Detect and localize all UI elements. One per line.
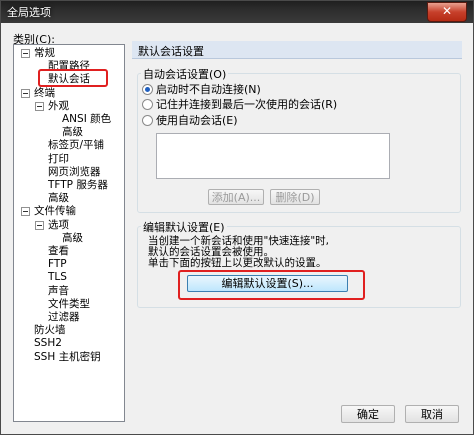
tree-item[interactable]: 防火墙 <box>34 324 66 337</box>
highlight-annotation-default-session <box>38 69 108 87</box>
tree-item[interactable]: 常规 <box>21 47 55 60</box>
tree-item[interactable]: 标签页/平铺 <box>48 139 104 152</box>
collapse-toggle-icon[interactable] <box>35 101 44 111</box>
delete-button[interactable]: 删除(D) <box>270 189 320 205</box>
tree-item-label: FTP <box>48 258 67 271</box>
tree-item-label: ANSI 颜色 <box>62 113 112 125</box>
category-tree[interactable]: 常规 配置路径 默认会话 终端 外观 ANSI 颜色 高级 标签页/平铺 打印 网页浏览器 TFTP… <box>13 44 125 422</box>
tree-item[interactable]: TFTP 服务器 <box>48 179 108 192</box>
edit-defaults-desc-line-3: 单击下面的按钮上以更改默认的设置。 <box>148 257 327 269</box>
tree-item[interactable]: 查看 <box>48 245 69 258</box>
tree-item[interactable]: FTP <box>48 258 67 271</box>
tree-item-label: TLS <box>48 271 67 284</box>
auto-session-group-label: 自动会话设置(O) <box>141 66 229 82</box>
tree-item[interactable]: SSH 主机密钥 <box>34 351 101 364</box>
tree-item[interactable]: 打印 <box>48 153 69 166</box>
tree-item[interactable]: ANSI 颜色 <box>62 113 111 126</box>
window-title: 全局选项 <box>7 6 51 19</box>
tree-item-label: TFTP 服务器 <box>48 179 108 191</box>
panel-header-title: 默认会话设置 <box>138 45 204 58</box>
tree-item-label: SSH 主机密钥 <box>34 350 101 363</box>
tree-item-label: 终端 <box>34 86 55 99</box>
radio-unchecked-icon <box>142 99 153 110</box>
radio-unchecked-icon <box>142 115 153 126</box>
tree-item-label: SSH2 <box>34 337 62 350</box>
global-options-dialog: 全局选项 ✕ 类别(C): 常规 配置路径 默认会话 终端 外观 ANSI 颜色 高级 标签页… <box>0 0 474 435</box>
collapse-toggle-icon[interactable] <box>35 220 44 230</box>
tree-item[interactable]: SSH2 <box>34 337 62 350</box>
edit-default-settings-button[interactable]: 编辑默认设置(S)... <box>187 275 348 292</box>
tree-item[interactable]: 高级 <box>62 126 83 139</box>
tree-item-label: 文件类型 <box>48 297 90 310</box>
tree-item-label: 选项 <box>48 218 69 231</box>
tree-item[interactable]: 文件类型 <box>48 298 90 311</box>
radio-checked-icon <box>142 84 153 95</box>
tree-item[interactable]: 外观 <box>35 99 69 113</box>
tree-item[interactable]: 过滤器 <box>48 311 80 324</box>
collapse-toggle-icon[interactable] <box>21 49 30 58</box>
tree-item-label: 文件传输 <box>34 205 76 218</box>
tree-item-label: 防火墙 <box>34 324 66 337</box>
auto-session-list[interactable] <box>156 133 390 179</box>
tree-item[interactable]: 文件传输 <box>21 205 76 218</box>
add-button[interactable]: 添加(A)... <box>208 189 264 205</box>
tree-item-label: 高级 <box>62 126 83 139</box>
tree-item[interactable]: 网页浏览器 <box>48 166 101 179</box>
close-button[interactable]: ✕ <box>427 2 467 22</box>
tree-item-label: 标签页/平铺 <box>48 139 105 152</box>
tree-item-label: 高级 <box>48 192 69 205</box>
tree-item[interactable]: 高级 <box>62 232 83 245</box>
panel-header: 默认会话设置 <box>132 41 462 59</box>
tree-item[interactable]: 终端 <box>21 86 55 100</box>
collapse-toggle-icon[interactable] <box>21 207 30 217</box>
tree-item[interactable]: 声音 <box>48 285 69 298</box>
tree-item-label: 网页浏览器 <box>48 165 101 178</box>
ok-button[interactable]: 确定 <box>341 405 395 423</box>
collapse-toggle-icon[interactable] <box>21 88 30 98</box>
tree-item[interactable]: 选项 <box>35 218 69 232</box>
tree-item-label: 高级 <box>62 231 83 244</box>
cancel-button[interactable]: 取消 <box>405 405 459 423</box>
tree-item[interactable]: 高级 <box>48 192 69 205</box>
tree-item-label: 查看 <box>48 245 69 257</box>
tree-item-label: 常规 <box>34 47 55 59</box>
tree-item-label: 打印 <box>48 152 69 165</box>
title-bar: 全局选项 ✕ <box>1 1 473 23</box>
tree-item-label: 声音 <box>48 284 69 297</box>
tree-item[interactable]: TLS <box>48 271 67 284</box>
tree-item-label: 外观 <box>48 99 69 112</box>
tree-item-label: 过滤器 <box>48 311 80 323</box>
